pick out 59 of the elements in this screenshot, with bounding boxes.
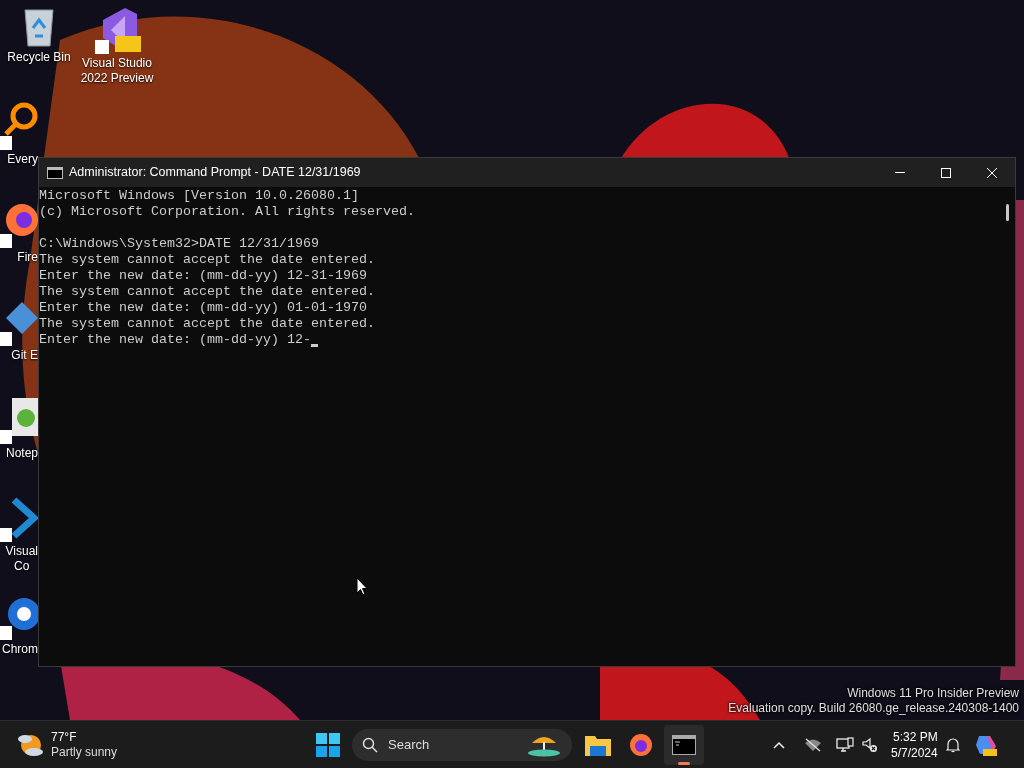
desktop-icon[interactable]: Fire — [0, 200, 38, 265]
taskbar-app-button[interactable] — [664, 725, 704, 765]
visual-studio-preview-icon — [93, 6, 141, 54]
clock[interactable]: 5:32 PM 5/7/2024 — [891, 729, 938, 761]
desktop-icon-label: Visual Studio 2022 Preview — [80, 56, 154, 86]
terminal-icon — [47, 166, 63, 179]
weather-condition-text: Partly sunny — [51, 744, 118, 760]
copilot-icon[interactable] — [973, 733, 998, 757]
console-line: Enter the new date: (mm-dd-yy) 12- — [39, 332, 311, 348]
console-line: Microsoft Windows [Version 10.0.26080.1] — [39, 188, 359, 204]
console-line: (c) Microsoft Corporation. All rights reserved. — [39, 204, 415, 220]
windows-logo-icon — [316, 733, 340, 757]
console-line: The system cannot accept the date entered. — [39, 252, 375, 268]
close-icon — [987, 167, 997, 178]
magnifier-icon — [0, 102, 38, 150]
console-line: The system cannot accept the date entered. — [39, 316, 375, 332]
notepad-icon — [0, 396, 38, 444]
search-box[interactable]: Search — [352, 729, 572, 761]
desktop-icon-label: Every — [7, 152, 38, 167]
weather-widget[interactable]: 77°F Partly sunny — [17, 729, 118, 760]
folder-icon — [585, 734, 611, 756]
desktop-icon-label: Recycle Bin — [7, 50, 71, 65]
desktop-icon-label: Fire — [17, 250, 38, 265]
desktop-icon-label: Chrom — [2, 642, 38, 657]
desktop-icon[interactable]: Git E — [0, 298, 38, 363]
chevron-up-icon[interactable] — [773, 741, 785, 749]
recycle-bin-icon — [22, 6, 56, 48]
desktop-icon[interactable]: Chrom — [0, 592, 38, 657]
text-cursor — [310, 344, 318, 347]
terminal-icon — [672, 735, 696, 755]
date-text: 5/7/2024 — [891, 745, 938, 761]
console-line: Enter the new date: (mm-dd-yy) 12-31-1969 — [39, 268, 367, 284]
console-line: C:\Windows\System32>DATE 12/31/1969 — [39, 236, 319, 252]
window-title: Administrator: Command Prompt - DATE 12/31/1969 — [69, 164, 361, 182]
time-text: 5:32 PM — [893, 729, 938, 745]
desktop-icon[interactable]: Every — [0, 102, 38, 167]
bell-icon[interactable] — [945, 737, 960, 753]
temperature-text: 77°F — [51, 729, 78, 745]
scrollbar-thumb[interactable] — [1006, 204, 1009, 221]
desktop-icon-label: Notep — [5, 446, 38, 461]
desktop-icon-label: Visual Co — [5, 544, 38, 574]
console-line: Enter the new date: (mm-dd-yy) 01-01-1970 — [39, 300, 367, 316]
network-monitor-icon[interactable] — [836, 737, 854, 753]
maximize-icon — [941, 167, 951, 178]
minimize-icon — [895, 172, 905, 173]
speaker-muted-icon[interactable] — [862, 737, 878, 753]
desktop-icon[interactable]: Visual Studio 2022 Preview — [78, 6, 156, 86]
mouse-pointer-icon — [356, 577, 368, 596]
search-field[interactable]: Search — [388, 735, 508, 755]
desktop-icon[interactable]: Visual Co — [0, 494, 38, 574]
wifi-off-icon[interactable] — [804, 738, 822, 752]
desktop-icon-label: Git E — [11, 348, 38, 363]
desktop-icon[interactable]: Notep — [0, 396, 38, 461]
firefox-icon — [629, 733, 653, 757]
search-icon — [362, 737, 378, 753]
desktop-icon[interactable]: Recycle Bin — [0, 6, 78, 65]
console-line: The system cannot accept the date entered. — [39, 284, 375, 300]
active-indicator — [678, 762, 690, 765]
edition-text: Windows 11 Pro Insider Preview — [846, 686, 1019, 701]
